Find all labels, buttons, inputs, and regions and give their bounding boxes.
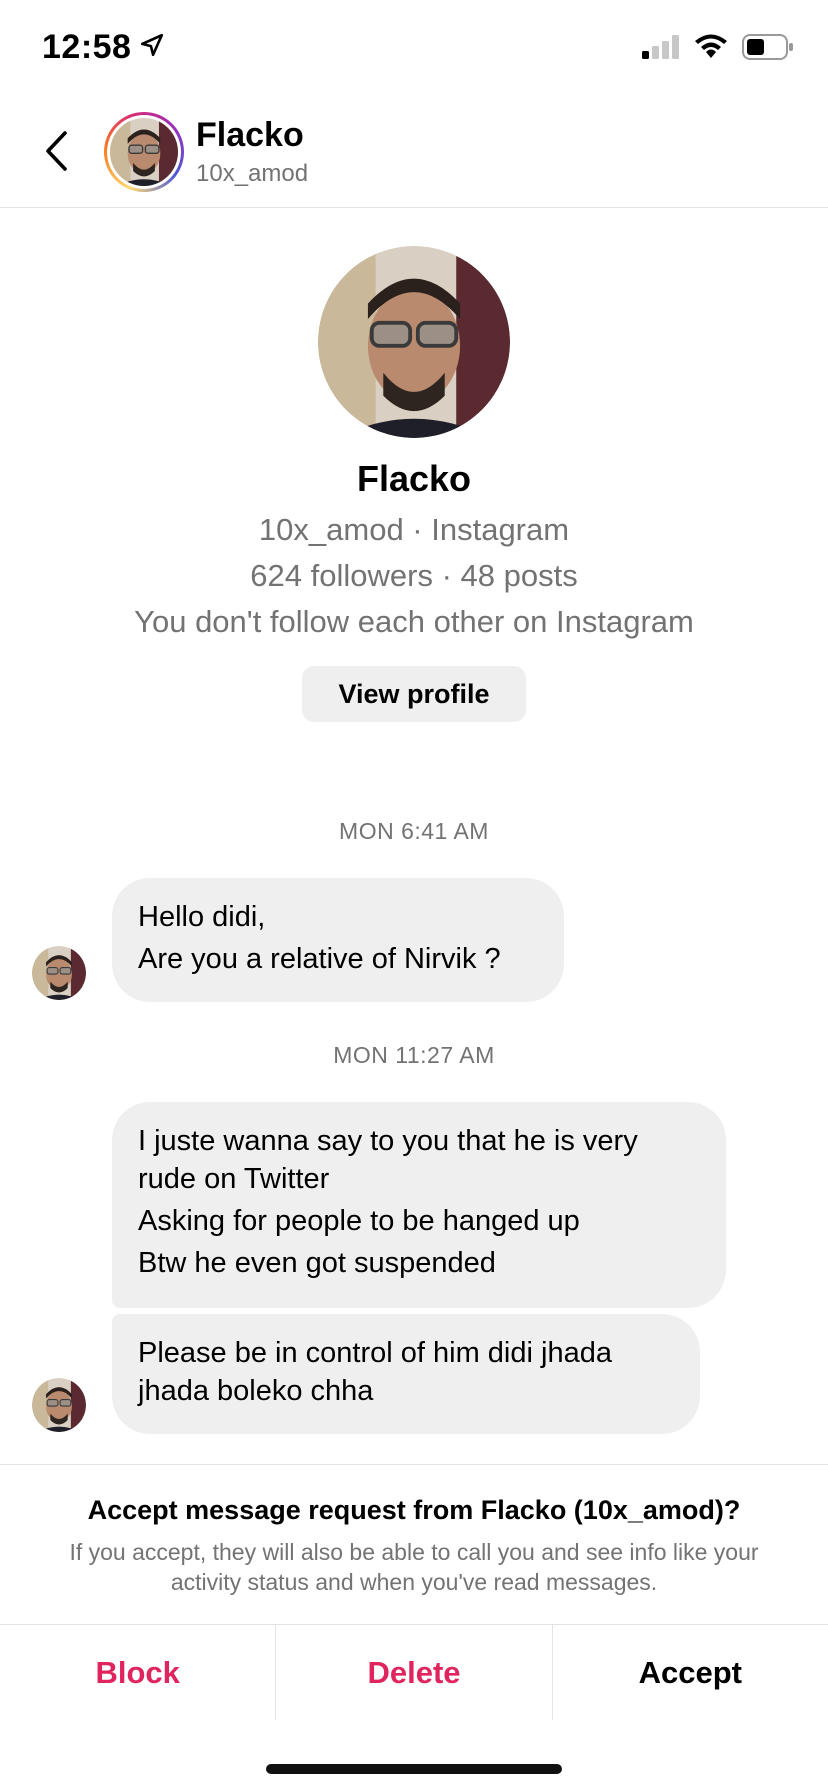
header-avatar[interactable]: [104, 112, 184, 192]
accept-button[interactable]: Accept: [551, 1625, 828, 1720]
profile-follow-line: You don't follow each other on Instagram: [134, 604, 694, 639]
message-bubble[interactable]: I juste wanna say to you that he is very…: [112, 1102, 726, 1308]
chat-header: Flacko 10x_amod: [0, 96, 828, 208]
back-button[interactable]: [36, 126, 76, 176]
wifi-icon: [694, 34, 728, 65]
sender-avatar[interactable]: [32, 946, 86, 1000]
request-description: If you accept, they will also be able to…: [69, 1539, 759, 1595]
message-line: Please be in control of him didi jhada: [138, 1337, 612, 1369]
message-line: Are you a relative of Nirvik ?: [138, 943, 501, 975]
message-request-panel: Accept message request from Flacko (10x_…: [0, 1464, 828, 1624]
message-bubble[interactable]: Hello didi, Are you a relative of Nirvik…: [112, 878, 564, 1002]
profile-avatar[interactable]: [318, 246, 510, 438]
message-line: Btw he even got suspended: [138, 1247, 496, 1279]
avatar-image: [32, 946, 86, 1000]
cellular-signal-icon: [642, 35, 680, 64]
status-icons: [642, 34, 794, 65]
message-timestamp: MON 6:41 AM: [339, 818, 489, 844]
header-name[interactable]: Flacko: [196, 116, 304, 155]
message-line: Asking for people to be hanged up: [138, 1205, 580, 1237]
message-line: I juste wanna say to you that he is very: [138, 1125, 638, 1157]
message-line: Hello didi,: [138, 901, 266, 933]
block-button[interactable]: Block: [0, 1625, 275, 1720]
home-indicator[interactable]: [266, 1764, 562, 1774]
sender-avatar[interactable]: [32, 1378, 86, 1432]
status-time: 12:58: [42, 28, 165, 67]
delete-button[interactable]: Delete: [275, 1625, 551, 1720]
message-line: jhada boleko chha: [138, 1375, 374, 1407]
profile-handle-line: 10x_amod · Instagram: [258, 512, 570, 547]
header-handle: 10x_amod: [196, 160, 309, 187]
profile-stats-line: 624 followers · 48 posts: [250, 558, 578, 593]
clock-text: 12:58: [42, 28, 132, 66]
request-actions: Block Delete Accept: [0, 1624, 828, 1720]
location-arrow-icon: [139, 28, 165, 67]
profile-name: Flacko: [356, 458, 472, 499]
avatar-image: [318, 246, 510, 438]
request-title: Accept message request from Flacko (10x_…: [87, 1495, 741, 1525]
status-bar: 12:58: [0, 0, 828, 96]
view-profile-button[interactable]: View profile: [302, 666, 526, 722]
chevron-left-icon: [46, 131, 67, 171]
message-timestamp: MON 11:27 AM: [333, 1042, 495, 1068]
battery-icon: [742, 34, 794, 65]
avatar-image: [110, 118, 178, 186]
message-bubble[interactable]: Please be in control of him didi jhada j…: [112, 1314, 700, 1434]
message-line: rude on Twitter: [138, 1163, 330, 1195]
avatar-image: [32, 1378, 86, 1432]
